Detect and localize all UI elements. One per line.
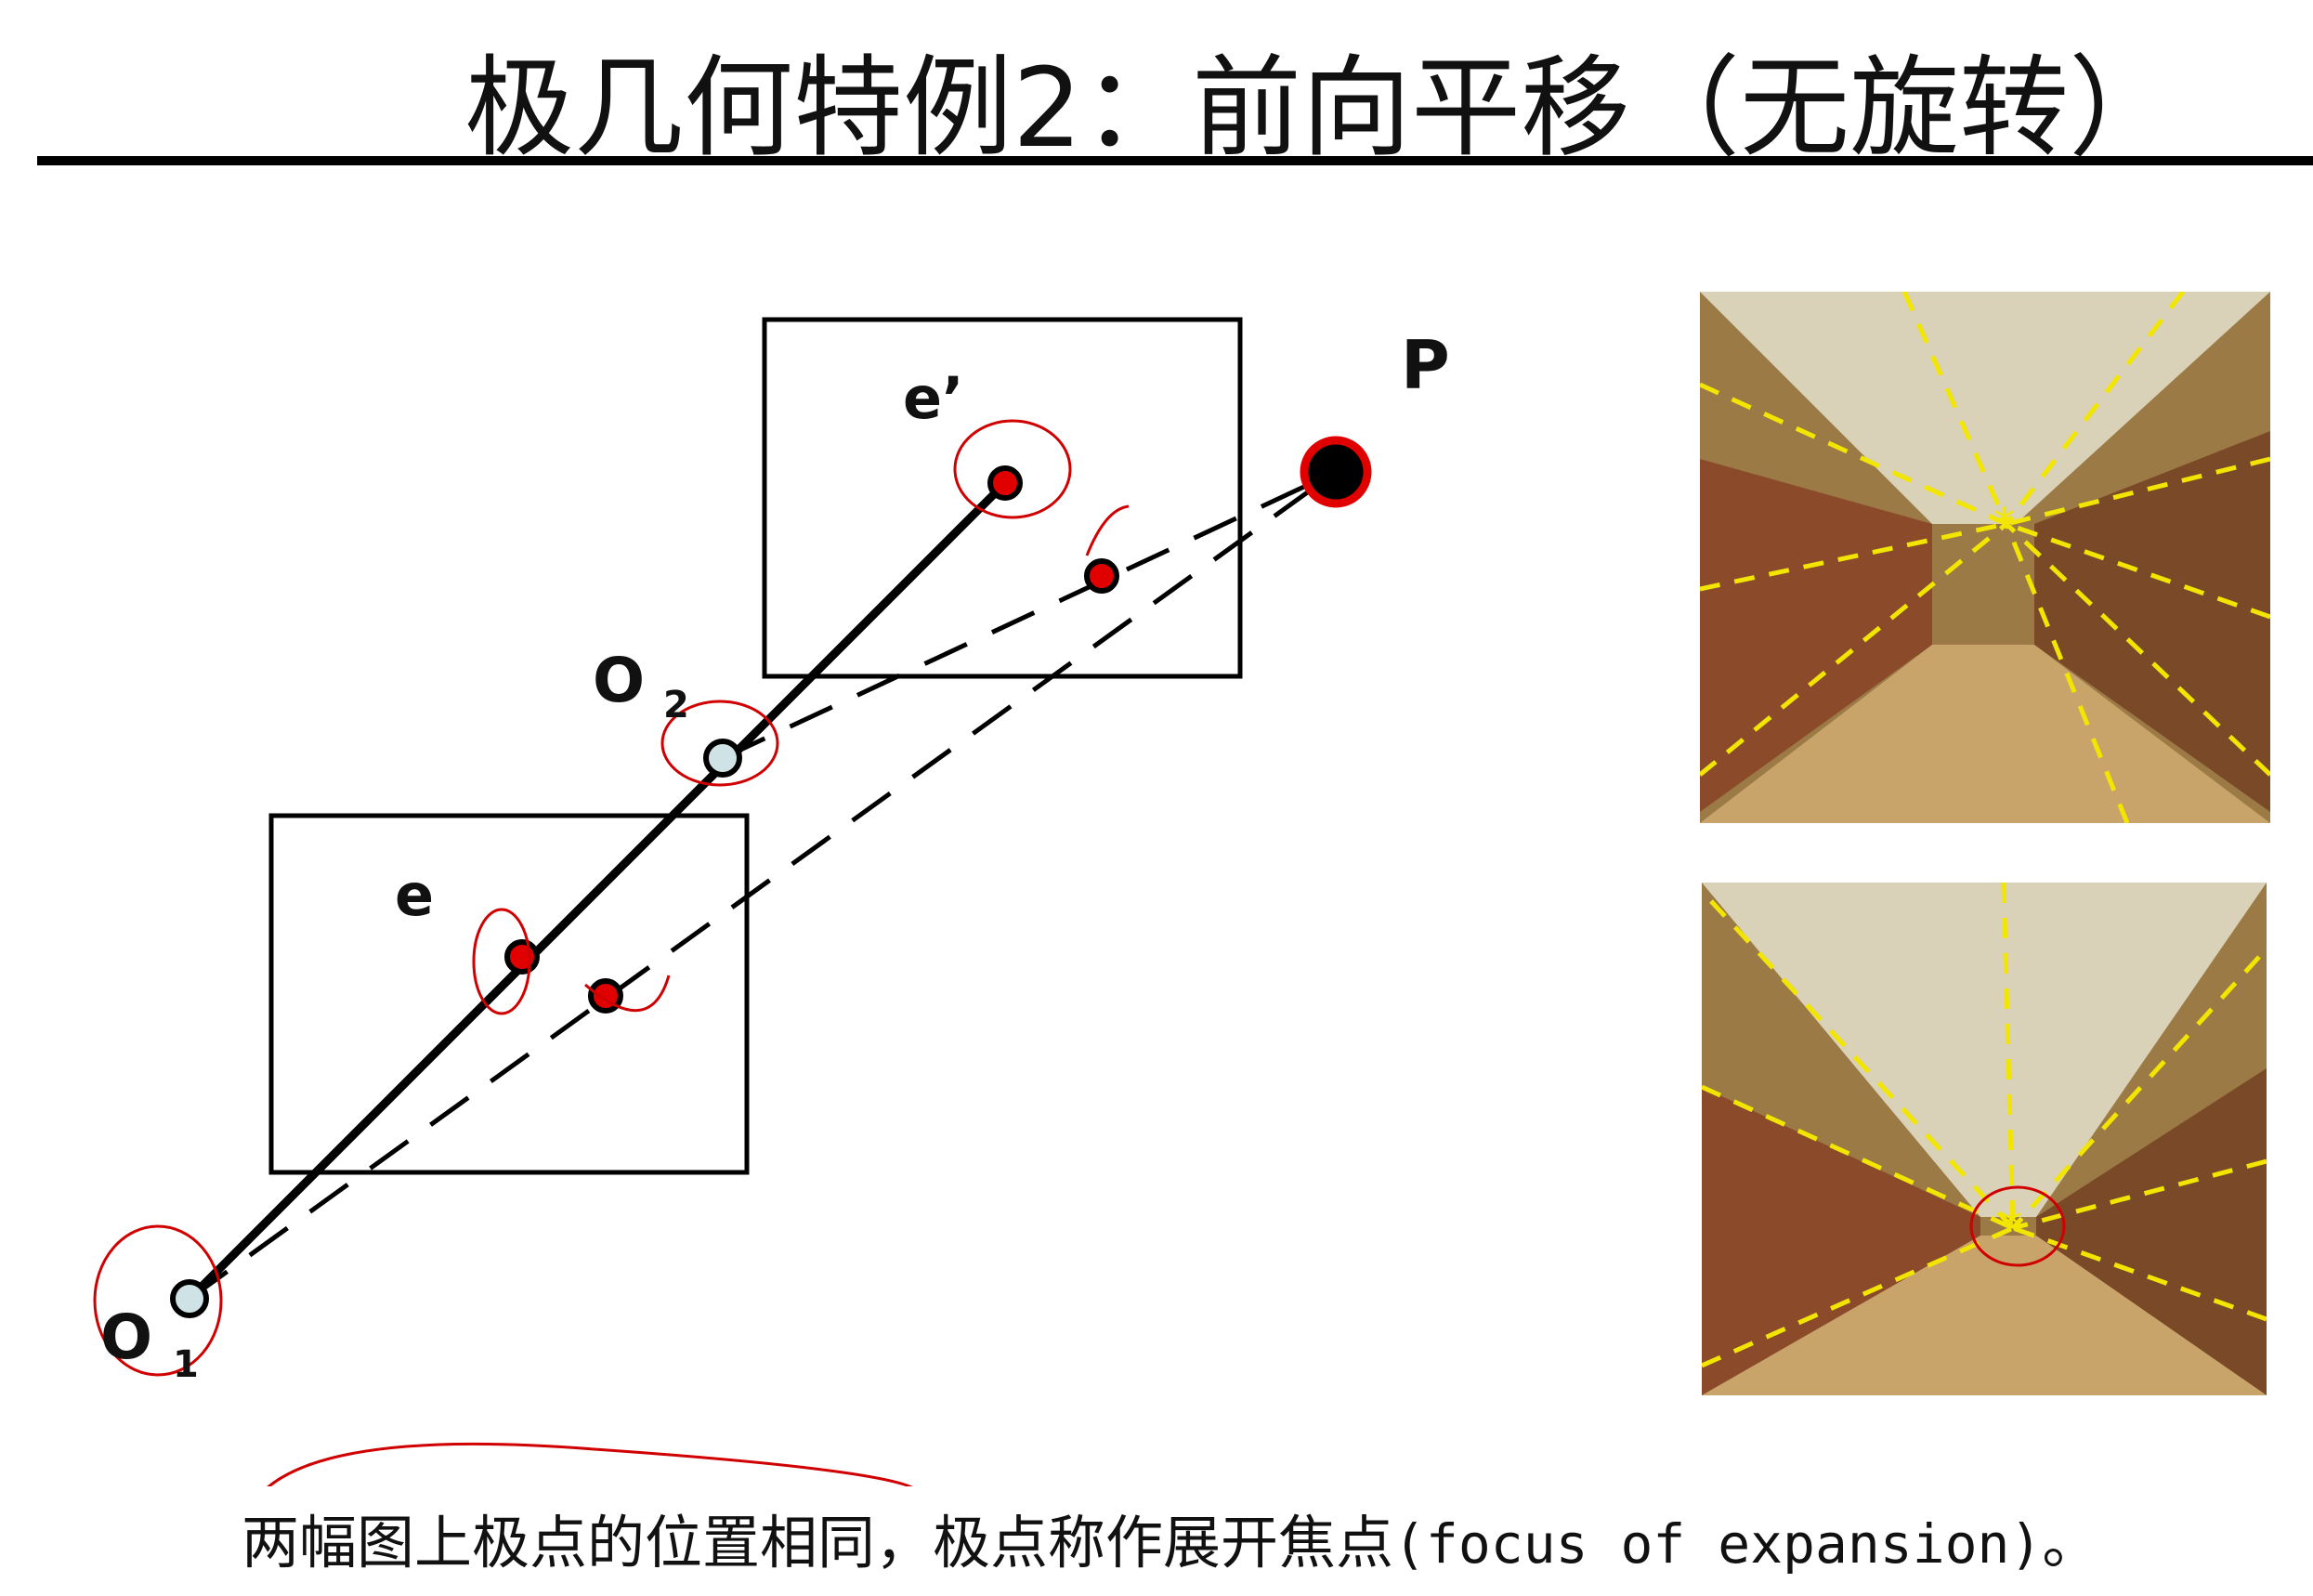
label-o2: O xyxy=(593,645,645,716)
proj-p2 xyxy=(1084,558,1119,594)
svg-text:*: * xyxy=(1993,499,2015,549)
point-p xyxy=(1300,436,1372,508)
caption-en: (focus of expansion) xyxy=(1393,1512,2043,1576)
handwritten-annotations xyxy=(93,419,1130,1486)
hallway-image-1: * xyxy=(1700,292,2270,823)
epipole-e-prime xyxy=(987,465,1023,501)
hallway-image-2: * xyxy=(1702,883,2267,1395)
label-o1: O xyxy=(100,1302,152,1373)
epipolar-diagram: P e’ e O 2 O 1 xyxy=(93,317,1450,1486)
caption-end: 。 xyxy=(2042,1509,2100,1576)
label-e-prime: e’ xyxy=(903,364,964,432)
svg-text:*: * xyxy=(2001,1201,2022,1251)
label-e: e xyxy=(395,861,434,929)
camera-center-o1 xyxy=(170,1279,209,1318)
label-o1-sub: 1 xyxy=(173,1343,199,1386)
baseline xyxy=(186,479,1009,1302)
epipole-e xyxy=(504,939,540,975)
image-plane-1 xyxy=(268,813,750,1175)
camera-center-o2 xyxy=(703,739,742,778)
label-o2-sub: 2 xyxy=(663,684,689,726)
caption: 两幅图上极点的位置相同，极点称作展开焦点(focus of expansion)… xyxy=(242,1496,2099,1579)
label-p: P xyxy=(1401,326,1450,404)
caption-cn: 两幅图上极点的位置相同，极点称作展开焦点 xyxy=(242,1509,1394,1576)
